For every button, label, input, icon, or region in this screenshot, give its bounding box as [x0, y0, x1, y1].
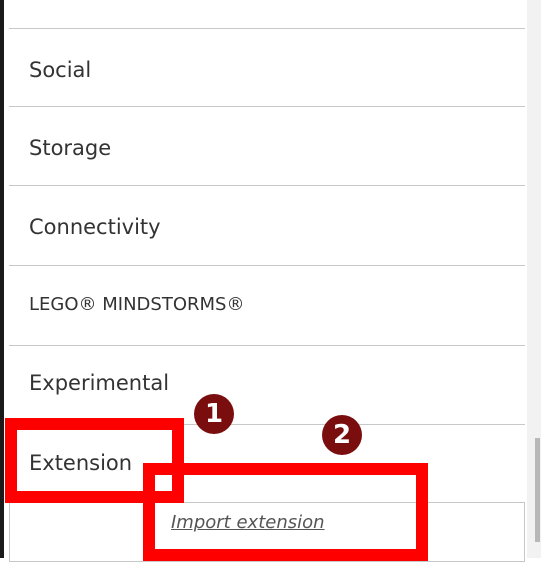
- divider: [9, 265, 525, 266]
- step-badge-2: 2: [322, 415, 362, 455]
- menu-item-social[interactable]: Social: [29, 57, 91, 83]
- menu-item-connectivity[interactable]: Connectivity: [29, 214, 161, 240]
- step-badge-1: 1: [194, 394, 234, 434]
- menu-item-storage[interactable]: Storage: [29, 135, 111, 161]
- menu-item-experimental[interactable]: Experimental: [29, 370, 169, 396]
- divider: [9, 106, 525, 107]
- menu-item-lego-mindstorms[interactable]: LEGO® MINDSTORMS®: [29, 292, 244, 318]
- highlight-box-import: [143, 463, 428, 561]
- left-border: [0, 0, 4, 558]
- divider: [9, 185, 525, 186]
- scrollbar-thumb[interactable]: [535, 438, 540, 542]
- divider: [9, 28, 525, 29]
- divider: [9, 345, 525, 346]
